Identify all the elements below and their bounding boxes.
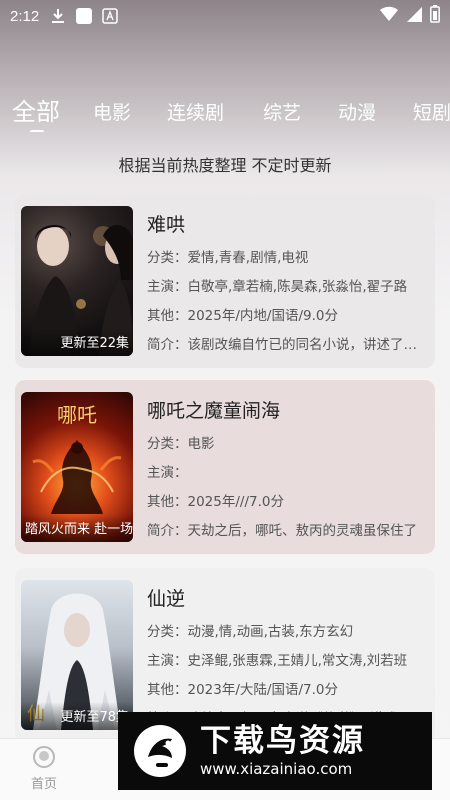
wifi-icon (380, 6, 398, 26)
watermark-title: 下载鸟资源 (200, 723, 365, 759)
signal-icon (406, 6, 422, 26)
category-tabs: 全部 电影 连续剧 综艺 动漫 短剧 (0, 92, 450, 132)
tagline-badge: 踏风火而来 赴一场 (21, 514, 133, 542)
item-cast: 主演： (147, 465, 188, 481)
home-icon (32, 745, 56, 769)
item-cast: 主演：白敬亭,章若楠,陈昊森,张淼怡,翟子路 (147, 279, 408, 295)
item-info: 难哄 分类：爱情,青春,剧情,电视 主演：白敬亭,章若楠,陈昊森,张淼怡,翟子路… (147, 206, 429, 356)
list-item[interactable]: 哪吒 踏风火而来 赴一场 哪吒之魔童闹海 分类：电影 主演： 其他：2025年/… (15, 380, 435, 554)
update-badge: 更新至78集 (21, 702, 133, 730)
app-notification-icon (75, 7, 93, 25)
item-category: 分类：动漫,情,动画,古装,东方玄幻 (147, 624, 354, 640)
battery-icon (430, 5, 440, 27)
tab-series[interactable]: 连续剧 (167, 98, 224, 125)
watermark-text: 下载鸟资源 www.xiazainiao.com (200, 723, 365, 779)
status-time: 2:12 (10, 7, 40, 25)
item-info: 仙逆 分类：动漫,情,动画,古装,东方玄幻 主演：史泽鲲,张惠霖,王婧儿,常文涛… (147, 580, 429, 730)
download-icon (49, 7, 67, 25)
poster-image: 哪吒 踏风火而来 赴一场 (21, 392, 133, 542)
active-tab-indicator (30, 130, 44, 132)
item-cast: 主演：史泽鲲,张惠霖,王婧儿,常文涛,刘若班 (147, 653, 408, 669)
item-category: 分类：电影 (147, 436, 215, 452)
tab-short-drama[interactable]: 短剧 (413, 98, 450, 125)
item-other: 其他：2023年/大陆/国语/7.0分 (147, 682, 338, 698)
tab-all[interactable]: 全部 (12, 92, 60, 127)
list-subtitle: 根据当前热度整理 不定时更新 (118, 156, 332, 175)
nav-home[interactable]: 首页 (14, 745, 74, 792)
watermark-url: www.xiazainiao.com (200, 760, 353, 778)
update-badge: 更新至22集 (21, 328, 133, 356)
item-title: 难哄 (147, 214, 186, 236)
item-category: 分类：爱情,青春,剧情,电视 (147, 250, 309, 266)
poster-image: 更新至22集 (21, 206, 133, 356)
list-item[interactable]: 更新至22集 难哄 分类：爱情,青春,剧情,电视 主演：白敬亭,章若楠,陈昊森,… (15, 194, 435, 368)
item-title: 仙逆 (147, 588, 186, 610)
status-bar: 2:12 (0, 0, 450, 32)
item-other: 其他：2025年/内地/国语/9.0分 (147, 308, 338, 324)
item-info: 哪吒之魔童闹海 分类：电影 主演： 其他：2025年///7.0分 简介：天劫之… (147, 392, 429, 542)
item-intro: 简介：该剧改编自竹已的同名小说，讲述了温以凡和桑延的故事 (147, 337, 429, 353)
item-other: 其他：2025年///7.0分 (147, 494, 284, 510)
tab-variety[interactable]: 综艺 (263, 98, 301, 125)
item-intro: 简介：天劫之后，哪吒、敖丙的灵魂虽保住了 (147, 523, 417, 539)
poster-image: 仙 更新至78集 (21, 580, 133, 730)
item-title: 哪吒之魔童闹海 (147, 400, 281, 422)
tab-anime[interactable]: 动漫 (338, 98, 376, 125)
tab-movie[interactable]: 电影 (93, 98, 131, 125)
a-box-icon (101, 7, 119, 25)
svg-text:哪吒: 哪吒 (57, 403, 97, 427)
nav-home-label: 首页 (30, 777, 57, 792)
watermark-banner: 下载鸟资源 www.xiazainiao.com (118, 712, 432, 790)
bird-logo-icon (132, 723, 188, 779)
